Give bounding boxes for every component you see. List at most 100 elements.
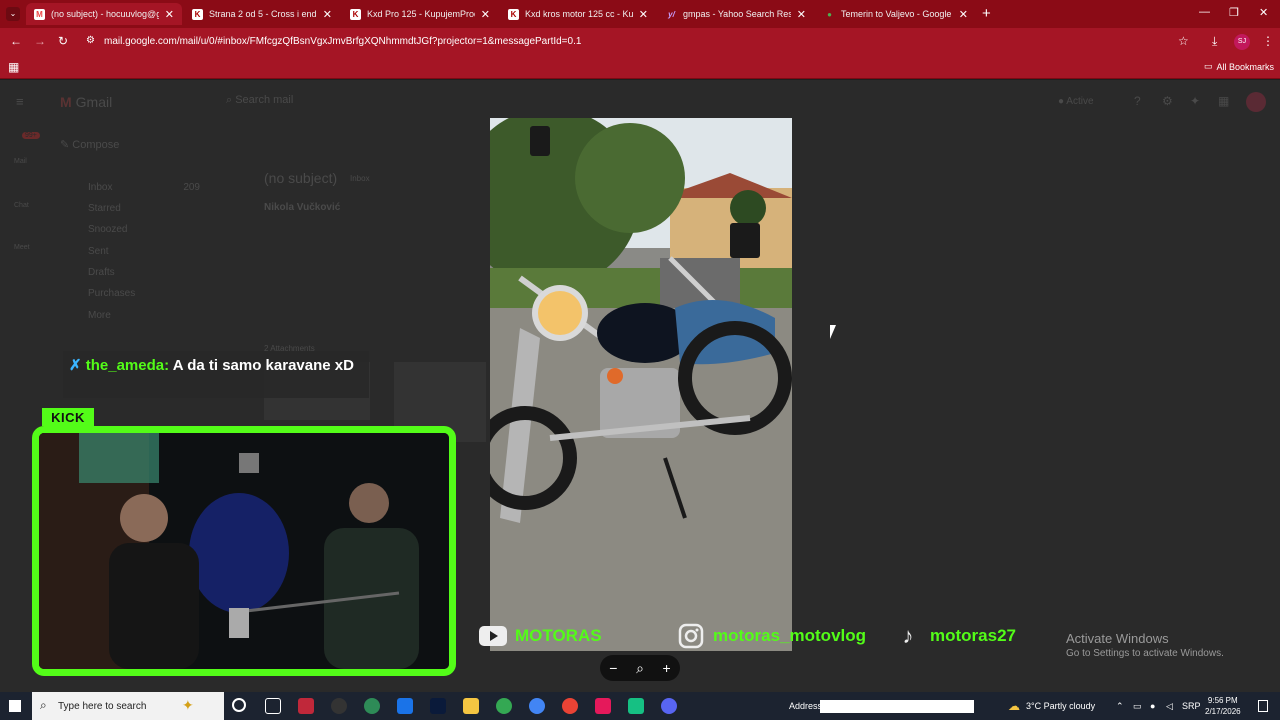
new-tab-button[interactable]: + (982, 5, 991, 22)
chat-username: the_ameda: (85, 357, 170, 374)
tab-search-icon[interactable]: ⌄ (6, 7, 20, 21)
gmail-m-icon: M (60, 94, 72, 110)
tray-chevron-icon[interactable]: ⌃ (1116, 692, 1124, 720)
address-toolbar-input[interactable] (820, 700, 974, 713)
folder-more[interactable]: More (88, 310, 111, 321)
kick-badge: KICK (42, 408, 94, 426)
close-icon[interactable]: ✕ (639, 8, 648, 21)
app-green-icon[interactable] (628, 698, 644, 714)
mouse-cursor-icon (830, 325, 842, 339)
gmail-icon: M (34, 8, 45, 20)
tab-kp-kxd-pro[interactable]: K Kxd Pro 125 - KupujemProdaje ✕ (342, 3, 498, 25)
discord-icon[interactable] (661, 698, 677, 714)
forward-button[interactable]: → (34, 34, 46, 48)
rail-mail[interactable]: Mail (14, 158, 27, 165)
instagram-handle: motoras_motovlog (713, 626, 867, 645)
folder-inbox[interactable]: Inbox 209 (66, 182, 200, 193)
kp-icon: K (192, 8, 203, 20)
tab-maps[interactable]: ● Temerin to Valjevo - Google Ma ✕ (816, 3, 976, 25)
folder-snoozed[interactable]: Snoozed (88, 224, 127, 235)
site-info-icon[interactable]: ⚙ (86, 35, 95, 46)
reload-button[interactable]: ↻ (58, 34, 68, 48)
folder-purchases[interactable]: Purchases (88, 288, 135, 299)
folder-drafts[interactable]: Drafts (88, 267, 115, 278)
activate-windows-watermark: Activate Windows Go to Settings to activ… (1066, 631, 1224, 659)
webcam-feed (32, 426, 456, 676)
menu-icon[interactable]: ⋮ (1262, 34, 1274, 48)
apps-grid-icon[interactable]: ▦ (8, 60, 19, 74)
profile-avatar[interactable]: SJ (1234, 34, 1250, 50)
tab-strip: ⌄ M (no subject) - hocuuvlog@gma ✕ K Str… (0, 0, 1280, 28)
app-red-icon[interactable] (298, 698, 314, 714)
compose-button[interactable]: ✎ Compose (60, 138, 119, 151)
tab-kp-kxd-kros[interactable]: K Kxd kros motor 125 cc - Kupuje ✕ (500, 3, 656, 25)
clock-date: 2/17/2026 (1205, 707, 1241, 716)
notification-icon[interactable] (1258, 700, 1268, 712)
weather-widget[interactable]: ☁ 3°C Partly cloudy (1008, 692, 1095, 720)
download-icon[interactable]: ⤓ (1212, 34, 1217, 49)
clock[interactable]: 9:56 PM 2/17/2026 (1205, 695, 1241, 717)
search-highlight-icon: ✦ (182, 697, 194, 713)
settings-gear-icon[interactable]: ⚙ (1162, 94, 1173, 108)
windows-start-icon[interactable] (9, 700, 21, 712)
zoom-icon[interactable]: ⌕ (636, 660, 644, 677)
tab-gmail[interactable]: M (no subject) - hocuuvlog@gma ✕ (26, 3, 182, 25)
language-indicator[interactable]: SRP (1182, 692, 1201, 720)
file-explorer-icon[interactable] (463, 698, 479, 714)
cortana-icon[interactable] (232, 698, 246, 712)
google-apps-icon[interactable]: ▦ (1218, 94, 1229, 108)
social-tiktok: ♪ motoras27 (894, 623, 1016, 649)
restore-button[interactable]: ❐ (1229, 6, 1239, 19)
status-button[interactable]: ● Active (1058, 96, 1094, 107)
chrome-icon[interactable] (529, 698, 545, 714)
address-bar[interactable]: ⚙ mail.google.com/mail/u/0/#inbox/FMfcgz… (78, 31, 1200, 52)
close-window-button[interactable]: ✕ (1259, 6, 1268, 19)
tiktok-icon: ♪ (902, 623, 914, 648)
zoom-in-button[interactable]: + (663, 660, 671, 676)
email-subject: (no subject) (264, 170, 338, 186)
tab-title: Temerin to Valjevo - Google Ma (841, 9, 953, 19)
rail-chat[interactable]: Chat (14, 202, 29, 209)
gemini-icon[interactable]: ✦ (1190, 94, 1200, 108)
sender-name: Nikola Vučković (264, 202, 341, 213)
motorcycle-photo (490, 118, 792, 651)
bookmark-star-icon[interactable]: ☆ (1178, 34, 1189, 48)
help-icon[interactable]: ? (1134, 94, 1141, 108)
volume-icon[interactable]: ◁ (1166, 692, 1173, 720)
microphone-icon[interactable]: ● (1150, 692, 1155, 720)
social-instagram: motoras_motovlog (677, 623, 866, 649)
network-icon[interactable]: ▭ (1133, 692, 1142, 720)
close-icon[interactable]: ✕ (481, 8, 490, 21)
tiktok-app-icon[interactable] (595, 698, 611, 714)
chrome-icon[interactable] (364, 698, 380, 714)
zoom-out-button[interactable]: − (609, 660, 617, 676)
chrome-active-icon[interactable] (562, 698, 578, 714)
tab-title: Kxd kros motor 125 cc - Kupuje (525, 9, 633, 19)
close-icon[interactable]: ✕ (959, 8, 968, 21)
account-avatar[interactable] (1246, 92, 1266, 112)
chrome-icon[interactable] (496, 698, 512, 714)
rail-meet[interactable]: Meet (14, 244, 30, 251)
tab-yahoo[interactable]: y/ gmpas - Yahoo Search Results ✕ (658, 3, 814, 25)
close-icon[interactable]: ✕ (165, 8, 174, 21)
search-input[interactable]: ⌕ Search mail (226, 94, 293, 107)
tab-kp-cross[interactable]: K Strana 2 od 5 - Cross i enduro ✕ (184, 3, 340, 25)
kp-icon: K (508, 8, 519, 20)
folder-sent[interactable]: Sent (88, 246, 109, 257)
app-obs-icon[interactable] (331, 698, 347, 714)
toolbar: ← → ↻ ⚙ mail.google.com/mail/u/0/#inbox/… (0, 28, 1280, 55)
taskbar-search-input[interactable]: ⌕ Type here to search ✦ (32, 692, 224, 720)
app-blue-icon[interactable] (397, 698, 413, 714)
photoshop-icon[interactable] (430, 698, 446, 714)
hamburger-icon[interactable]: ≡ (16, 94, 24, 109)
partly-cloudy-icon: ☁ (1008, 699, 1020, 713)
minimize-button[interactable]: — (1199, 6, 1210, 18)
close-icon[interactable]: ✕ (323, 8, 332, 21)
close-icon[interactable]: ✕ (797, 8, 806, 21)
folder-starred[interactable]: Starred (88, 203, 121, 214)
task-view-icon[interactable] (265, 698, 281, 714)
all-bookmarks-button[interactable]: ▭ All Bookmarks (1204, 61, 1274, 72)
youtube-handle: MOTORAS (515, 626, 602, 645)
back-button[interactable]: ← (10, 34, 22, 48)
sword-icon: ✗ (69, 357, 86, 374)
